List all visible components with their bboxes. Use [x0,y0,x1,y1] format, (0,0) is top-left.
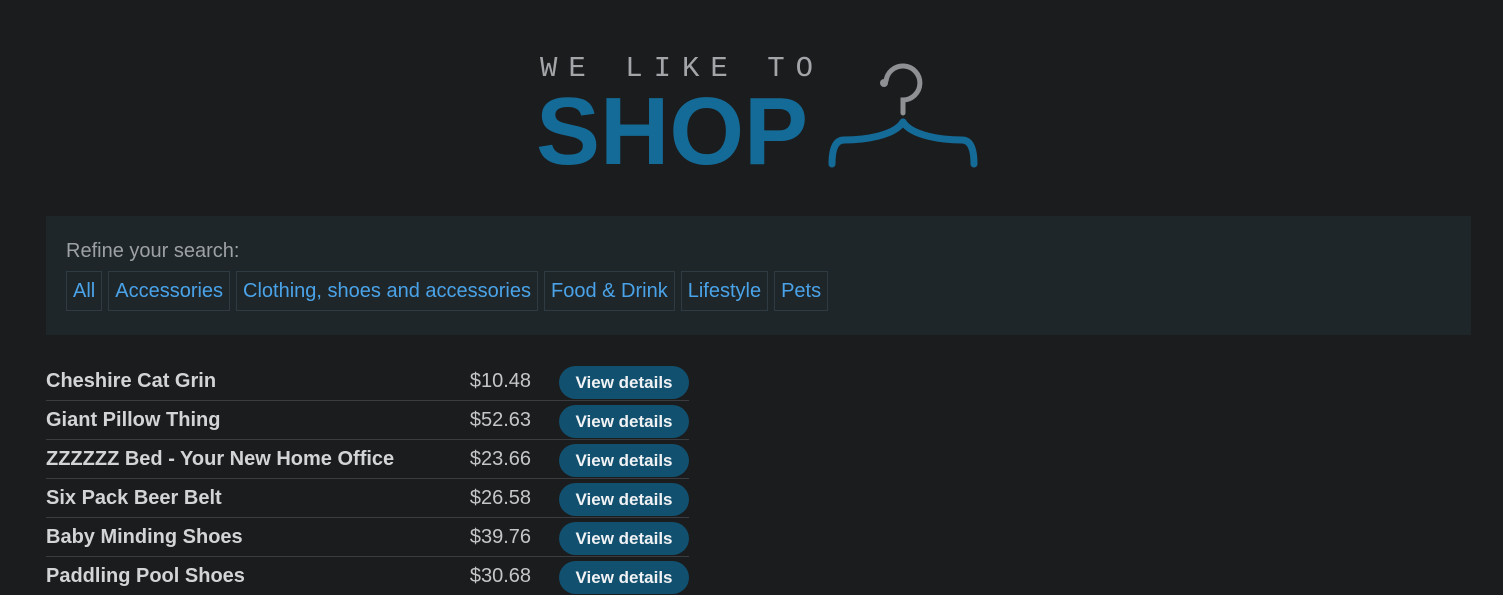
filter-pets[interactable]: Pets [774,271,829,311]
view-details-button[interactable]: View details [559,444,689,477]
product-name: Baby Minding Shoes [46,526,243,548]
filter-food-drink[interactable]: Food & Drink [544,271,675,311]
product-row: Cheshire Cat Grin $10.48 View details [46,362,689,401]
view-details-button[interactable]: View details [559,483,689,516]
product-name: Cheshire Cat Grin [46,370,217,392]
product-row: Baby Minding Shoes $39.76 View details [46,518,689,557]
product-name: Paddling Pool Shoes [46,565,245,587]
filter-all[interactable]: All [66,271,103,311]
product-row: Six Pack Beer Belt $26.58 View details [46,479,689,518]
product-price: $10.48 [469,370,531,392]
logo-brand: SHOP [536,78,809,185]
view-details-button[interactable]: View details [559,366,689,399]
filter-accessories[interactable]: Accessories [108,271,231,311]
view-details-button[interactable]: View details [559,522,689,555]
product-name: Six Pack Beer Belt [46,487,222,509]
filter-clothing-shoes-accessories[interactable]: Clothing, shoes and accessories [236,271,538,311]
filter-title: Refine your search: [66,240,240,262]
product-row: Paddling Pool Shoes $30.68 View details [46,557,689,595]
product-price: $52.63 [469,409,531,431]
product-price: $26.58 [469,487,531,509]
product-row: ZZZZZZ Bed - Your New Home Office $23.66… [46,440,689,479]
hanger-icon [828,63,978,168]
filter-panel: Refine your search: All Accessories Clot… [46,216,1471,335]
filter-lifestyle[interactable]: Lifestyle [680,271,769,311]
product-name: Giant Pillow Thing [46,409,221,431]
view-details-button[interactable]: View details [559,561,689,594]
product-list: Cheshire Cat Grin $10.48 View details Gi… [46,362,689,595]
product-price: $30.68 [469,565,531,587]
product-price: $39.76 [469,526,531,548]
product-price: $23.66 [469,448,531,470]
view-details-button[interactable]: View details [559,405,689,438]
product-row: Giant Pillow Thing $52.63 View details [46,401,689,440]
category-filters: All Accessories Clothing, shoes and acce… [66,271,829,311]
product-name: ZZZZZZ Bed - Your New Home Office [46,448,395,470]
site-logo[interactable]: WE LIKE TO SHOP [536,54,986,180]
